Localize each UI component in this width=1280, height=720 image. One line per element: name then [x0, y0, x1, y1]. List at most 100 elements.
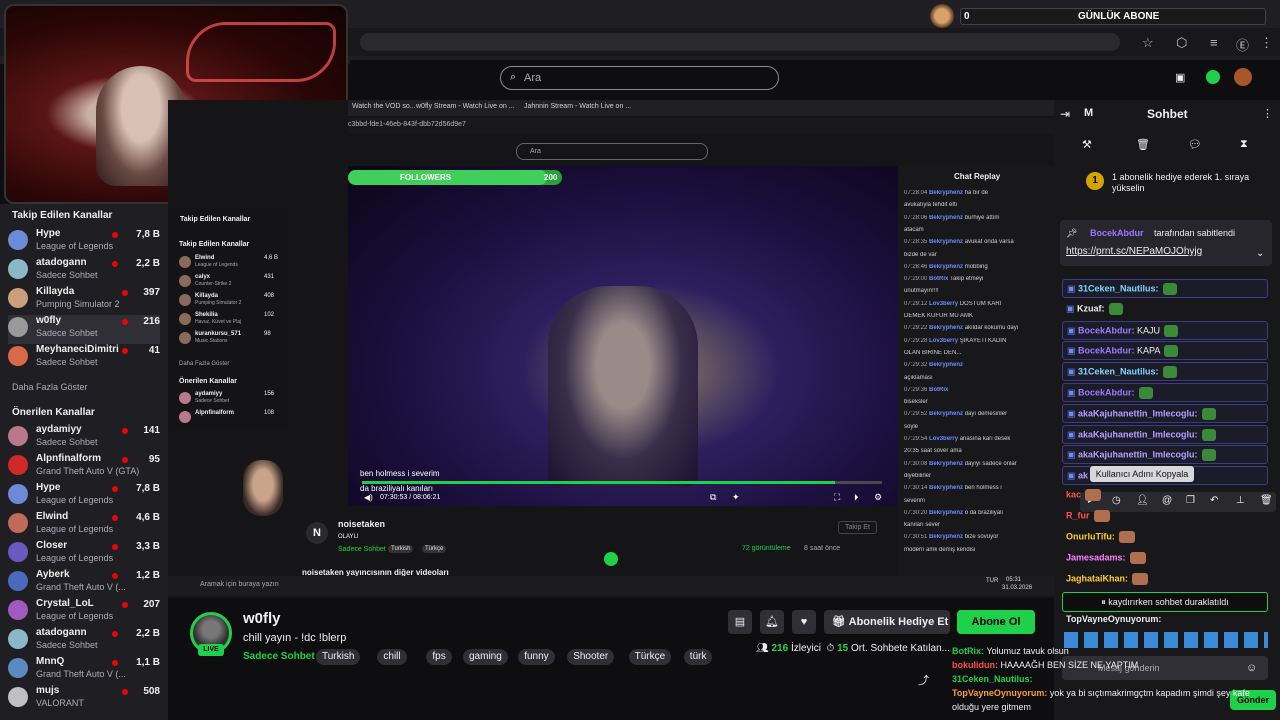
chat-username[interactable]: BocekAbdur: [1078, 387, 1135, 397]
stream-tag[interactable]: Shooter [567, 649, 615, 665]
recommended-channel-row[interactable]: Crystal_LoL League of Legends 207 [8, 598, 160, 627]
fullscreen-icon[interactable]: ⛶ [834, 492, 840, 503]
stream-tag[interactable]: funny [518, 649, 555, 665]
user-avatar[interactable] [1234, 68, 1252, 86]
stream-tag[interactable]: fps [426, 649, 452, 665]
hammer-icon[interactable]: ⚒ [1082, 138, 1092, 151]
video-progress[interactable] [362, 481, 882, 484]
viewers-icon: 👥︎ [756, 643, 772, 654]
browser-menu-icon[interactable]: ⋮ [1260, 35, 1273, 51]
followed-channel-row[interactable]: Killayda Pumping Simulator 2 397 [8, 286, 160, 315]
inner-video-player[interactable] [348, 166, 898, 506]
chat-message[interactable]: ▣ Kzuaf: [1062, 300, 1268, 319]
chat-message[interactable]: ▣ BocekAbdur: KAJU [1062, 320, 1268, 340]
notes-icon[interactable]: ▤ [728, 610, 752, 634]
subscribe-button[interactable]: Abone Ol [957, 610, 1035, 634]
pinned-link[interactable]: https://prnt.sc/NEPaMOJOhyjg [1066, 246, 1202, 257]
stream-category[interactable]: Sadece Sohbet [243, 651, 315, 662]
show-more-link[interactable]: Daha Fazla Göster [12, 382, 88, 392]
chat-username[interactable]: akaKajuhanettin_Imlecoglu: [1078, 408, 1198, 418]
followed-channel-row[interactable]: Hype League of Legends 7,8 B [8, 228, 160, 257]
share-icon[interactable]: ⤴ [918, 672, 929, 688]
kick-logo-icon[interactable] [1206, 70, 1220, 84]
chat-message[interactable]: ▣ akaKajuhanettin_Imlecoglu: [1062, 403, 1268, 423]
emoji-icon[interactable]: ☺ [1246, 662, 1257, 674]
play-icon[interactable]: ⏵ [854, 492, 859, 503]
recommended-channel-row[interactable]: Elwind League of Legends 4,6 B [8, 511, 160, 540]
clip-icon[interactable]: ⧉ [710, 492, 716, 503]
collapse-chat-icon[interactable]: ⇥ [1060, 107, 1070, 121]
stream-tag[interactable]: Turkish [316, 649, 361, 665]
chat-username[interactable]: ak [1078, 471, 1088, 481]
chat-message[interactable]: ▣ 31Ceken_Nautilus: [1062, 279, 1268, 298]
chat-message[interactable]: kac [1062, 486, 1268, 505]
chat-username[interactable]: R_fur [1066, 510, 1090, 520]
inner-chat-msg: ben holmess i [964, 485, 1002, 492]
chat-message[interactable]: R_fur [1062, 507, 1268, 526]
inner-side-avatar [179, 275, 191, 287]
bell-icon[interactable]: 🔔︎ [760, 610, 784, 634]
extensions-icon[interactable]: ⬡ [1176, 35, 1187, 51]
chat-username[interactable]: BocekAbdur: [1078, 346, 1135, 356]
chat-username[interactable]: Kzuaf: [1077, 303, 1105, 313]
inner-chat-row: 07:29:36 BotRix [904, 387, 1050, 393]
chat-username[interactable]: akaKajuhanettin_Imlecoglu: [1078, 450, 1198, 460]
chat-message[interactable]: Jamesadams: [1062, 549, 1268, 568]
recommended-channel-row[interactable]: aydamiyy Sadece Sohbet 141 [8, 424, 160, 453]
chat-message[interactable]: ▣ BocekAbdur: KAPA [1062, 341, 1268, 361]
chat-message[interactable]: JaghataiKhan: [1062, 570, 1268, 589]
channel-name[interactable]: w0fly [243, 610, 281, 627]
trash-icon[interactable]: 🗑︎ [1136, 138, 1150, 151]
stream-tag[interactable]: gaming [463, 649, 508, 665]
chat-username[interactable]: akaKajuhanettin_Imlecoglu: [1078, 429, 1198, 439]
sparkle-icon[interactable]: ✦ [732, 492, 740, 503]
inner-chat-msg: OLAN BİRİNE DEN... [904, 349, 962, 356]
url-field[interactable] [360, 33, 1120, 51]
recommended-channel-row[interactable]: mujs VALORANT 508 [8, 685, 160, 714]
inner-chat-msg: burhiye attım [964, 214, 1000, 221]
volume-icon[interactable]: ◀) [364, 493, 373, 502]
chat-username[interactable]: Jamesadams: [1066, 552, 1126, 562]
stream-tag[interactable]: chill [377, 649, 407, 665]
bookmark-star-icon[interactable]: ☆ [1142, 35, 1154, 51]
inner-chat-row: severim [904, 498, 1050, 504]
chat-username[interactable]: 31Ceken_Nautilus: [1078, 283, 1159, 293]
chevron-down-icon[interactable]: ⌄ [1256, 248, 1264, 259]
channel-name: Hype [36, 482, 61, 493]
followed-channel-row[interactable]: MeyhaneciDimitri Sadece Sohbet 41 [8, 344, 160, 373]
stream-tag[interactable]: Türkçe [628, 649, 672, 665]
search-input[interactable] [500, 66, 779, 90]
heart-icon[interactable]: ♥ [792, 610, 816, 634]
stream-tag[interactable]: türk [683, 649, 713, 665]
recommended-channel-row[interactable]: MnnQ Grand Theft Auto V (... 1,1 B [8, 656, 160, 685]
profile-icon[interactable]: Ⓔ [1236, 35, 1249, 54]
chat-paused-banner[interactable]: ⏸ kaydırırken sohbet duraklatıldı [1062, 592, 1268, 612]
chat-message[interactable]: ▣ 31Ceken_Nautilus: [1062, 362, 1268, 382]
chat-username[interactable]: BocekAbdur: [1078, 325, 1135, 335]
followed-channel-row[interactable]: atadogann Sadece Sohbet 2,2 B [8, 257, 160, 286]
hourglass-icon[interactable]: ⧗ [1240, 138, 1248, 151]
recommended-channel-row[interactable]: Closer League of Legends 3,3 B [8, 540, 160, 569]
chat-username[interactable]: OnurluTifu: [1066, 531, 1115, 541]
chat-message[interactable]: ▣ akaKajuhanettin_Imlecoglu: [1062, 424, 1268, 444]
chat-bubble-icon[interactable]: 💬︎ [1188, 138, 1202, 151]
inbox-icon[interactable]: ▣ [1175, 71, 1185, 84]
inner-chat-user: BotRix [929, 386, 949, 393]
followed-channel-row[interactable]: w0fly Sadece Sohbet 216 [8, 315, 160, 344]
gift-subscription-button[interactable]: 🎁︎ Abonelik Hediye Et [824, 610, 950, 634]
chat-menu-icon[interactable]: ⋮ [1262, 107, 1273, 120]
chat-username[interactable]: 31Ceken_Nautilus: [1078, 367, 1159, 377]
recommended-channel-row[interactable]: Ayberk Grand Theft Auto V (... 1,2 B [8, 569, 160, 598]
recommended-channel-row[interactable]: atadogann Sadece Sohbet 2,2 B [8, 627, 160, 656]
chat-username[interactable]: JaghataiKhan: [1066, 573, 1128, 583]
inner-side-avatar [179, 332, 191, 344]
chat-message[interactable]: ▣ akaKajuhanettin_Imlecoglu: [1062, 445, 1268, 465]
chat-message[interactable]: OnurluTifu: [1062, 528, 1268, 547]
settings-gear-icon[interactable]: ⚙ [874, 492, 882, 503]
chat-message[interactable]: ▣ BocekAbdur: [1062, 383, 1268, 402]
recommended-channel-row[interactable]: Hype League of Legends 7,8 B [8, 482, 160, 511]
recommended-channel-row[interactable]: Alpnfinalform Grand Theft Auto V (GTA) 95 [8, 453, 160, 482]
chat-username[interactable]: kac [1066, 489, 1081, 499]
reading-list-icon[interactable]: ≡ [1210, 35, 1218, 50]
inner-chat-user: Bekryphenz [929, 325, 965, 332]
